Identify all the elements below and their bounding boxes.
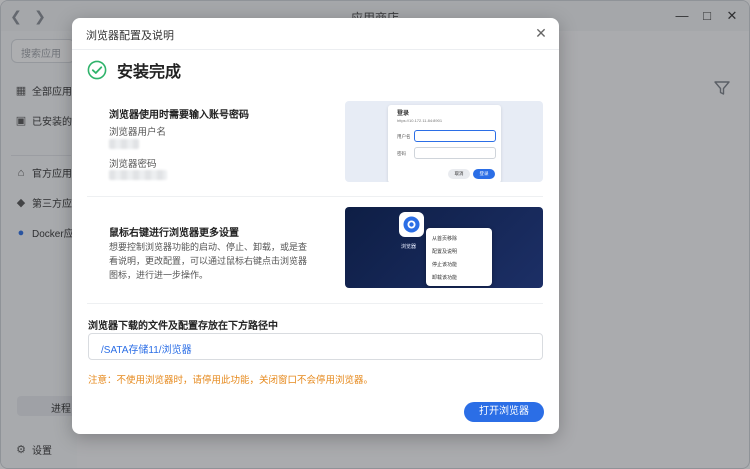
context-menu-item: 停止该功能 — [432, 262, 458, 268]
login-preview-url: https://10.172.11.84:8901 — [397, 118, 443, 123]
storage-path-title: 浏览器下载的文件及配置存放在下方路径中 — [88, 321, 278, 332]
login-preview-image: 登录 https://10.172.11.84:8901 用户名 密码 取消 登… — [345, 101, 543, 182]
close-icon[interactable]: ✕ — [533, 25, 549, 41]
browser-config-dialog: 浏览器配置及说明 ✕ 安装完成 浏览器使用时需要输入账号密码 浏览器用户名 浏览… — [72, 18, 559, 434]
login-preview-login: 登录 — [473, 169, 495, 179]
login-preview-title: 登录 — [397, 111, 410, 117]
context-menu-item: 从首页移除 — [432, 236, 458, 242]
context-menu-preview-image: 浏览器 从首页移除 配置及说明 停止该功能 卸载该功能 — [345, 207, 543, 288]
browser-logo-icon — [403, 216, 420, 233]
login-preview-password-label: 密码 — [397, 151, 406, 156]
credentials-section-title: 浏览器使用时需要输入账号密码 — [109, 110, 249, 121]
context-menu-section-title: 鼠标右键进行浏览器更多设置 — [109, 228, 239, 239]
warning-text: 注意：不使用浏览器时，请停用此功能，关闭窗口不会停用浏览器。 — [88, 375, 374, 386]
login-preview-password-field — [414, 147, 496, 159]
open-browser-button[interactable]: 打开浏览器 — [464, 402, 544, 422]
section-divider — [87, 196, 543, 197]
context-menu-item: 卸载该功能 — [432, 275, 458, 281]
username-masked-value — [109, 139, 139, 149]
storage-path-field[interactable]: /SATA存储11/浏览器 — [88, 333, 543, 360]
context-menu-description: 想要控制浏览器功能的启动、停止、卸载，或是查 看说明，更改配置，可以通过鼠标右键… — [109, 240, 329, 282]
section-divider — [87, 303, 543, 304]
browser-app-icon — [399, 212, 424, 237]
username-label: 浏览器用户名 — [109, 127, 167, 138]
browser-app-name: 浏览器 — [401, 244, 417, 250]
login-preview-username-field — [414, 130, 496, 142]
dialog-title: 浏览器配置及说明 — [86, 30, 174, 42]
install-status: 安装完成 — [87, 58, 181, 82]
install-status-text: 安装完成 — [117, 64, 182, 81]
check-circle-icon — [87, 60, 107, 80]
dialog-header: 浏览器配置及说明 ✕ — [72, 18, 559, 50]
login-preview-username-label: 用户名 — [397, 134, 411, 139]
description-line: 看说明，更改配置，可以通过鼠标右键点击浏览器 — [109, 256, 308, 266]
password-masked-value — [109, 170, 167, 180]
login-preview-card: 登录 https://10.172.11.84:8901 用户名 密码 取消 登… — [388, 105, 501, 182]
description-line: 想要控制浏览器功能的启动、停止、卸载，或是查 — [109, 242, 308, 252]
context-menu-item: 配置及说明 — [432, 249, 458, 255]
password-label: 浏览器密码 — [109, 159, 157, 170]
context-menu-preview: 从首页移除 配置及说明 停止该功能 卸载该功能 — [426, 228, 492, 286]
login-preview-cancel: 取消 — [448, 169, 470, 179]
description-line: 图标，进行进一步操作。 — [109, 270, 209, 280]
